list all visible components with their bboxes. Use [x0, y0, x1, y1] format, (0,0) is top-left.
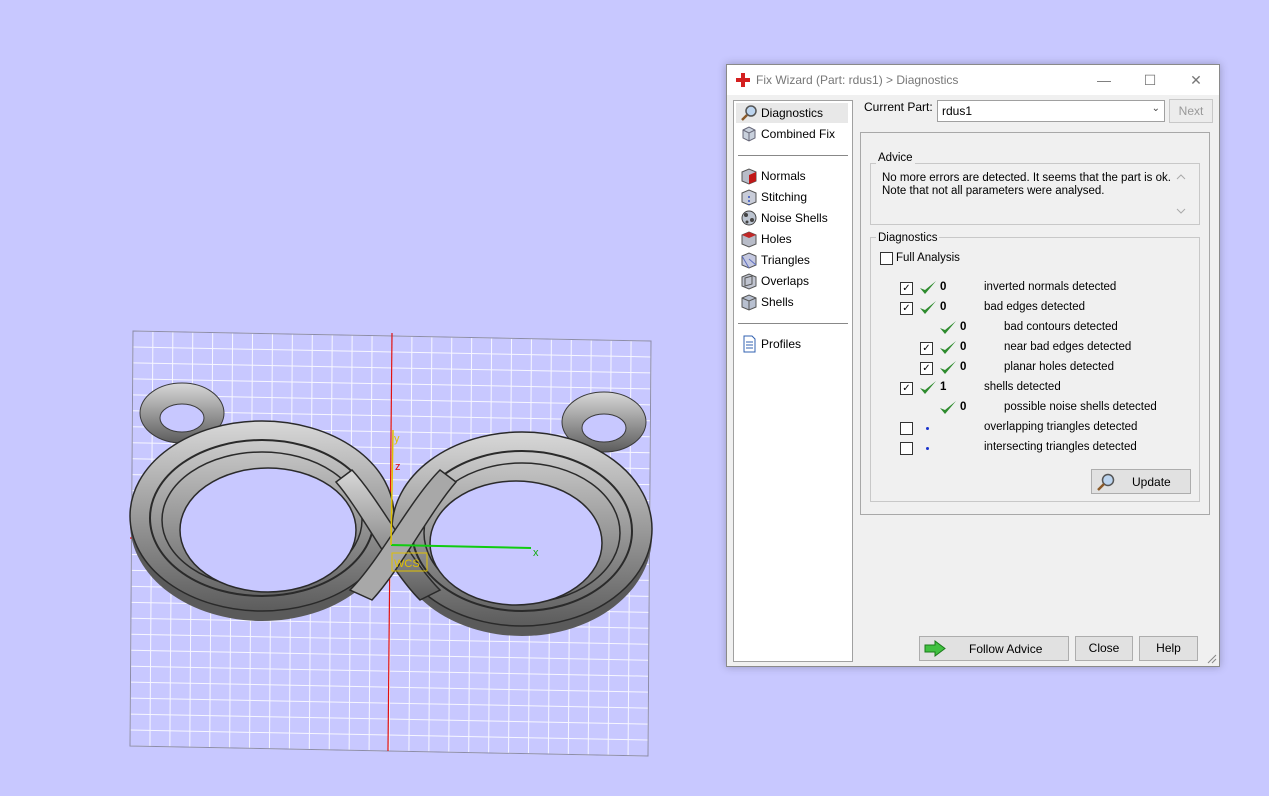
- current-part-label: Current Part:: [864, 100, 933, 114]
- nav-label: Diagnostics: [761, 106, 824, 120]
- diagnostic-count: 0: [940, 301, 947, 313]
- nav-separator: [738, 323, 848, 324]
- current-part-select[interactable]: rdus1 ⌄: [937, 100, 1165, 122]
- holes-icon: [741, 231, 757, 248]
- noise-shells-icon: [741, 210, 757, 226]
- nav-label: Stitching: [761, 190, 808, 204]
- nav-label: Overlaps: [761, 274, 810, 288]
- nav-item-triangles[interactable]: Triangles: [736, 250, 848, 270]
- close-button[interactable]: Close: [1075, 636, 1133, 661]
- diagnostic-text: planar holes detected: [1004, 361, 1114, 373]
- chevron-down-icon: ⌄: [1151, 103, 1160, 114]
- diagnostic-text: possible noise shells detected: [1004, 401, 1157, 413]
- wcs-label: WCS: [394, 558, 420, 570]
- next-button[interactable]: Next: [1169, 99, 1213, 123]
- diagnostic-text: near bad edges detected: [1004, 341, 1132, 353]
- advice-line-2: Note that not all parameters were analys…: [882, 185, 1105, 197]
- follow-advice-label: Follow Advice: [969, 642, 1043, 656]
- diagnostic-count: 0: [960, 321, 967, 333]
- document-icon: [743, 335, 756, 353]
- update-label: Update: [1132, 475, 1171, 489]
- 3d-viewport[interactable]: x y z WCS: [0, 0, 700, 796]
- green-checkmark-icon: [920, 281, 936, 294]
- green-checkmark-icon: [920, 381, 936, 394]
- diagnostic-checkbox[interactable]: ✓: [920, 362, 933, 375]
- combined-fix-icon: [742, 126, 756, 142]
- nav-label: Triangles: [761, 253, 810, 267]
- diagnostic-text: shells detected: [984, 381, 1061, 393]
- wizard-nav-panel: Diagnostics Combined Fix Normals Stitchi…: [733, 100, 853, 662]
- diagnostic-count: 0: [960, 361, 967, 373]
- green-checkmark-icon: [940, 401, 956, 414]
- resize-grip-icon[interactable]: [1207, 654, 1217, 664]
- full-analysis-label: Full Analysis: [896, 252, 960, 264]
- shells-icon: [741, 294, 757, 311]
- green-arrow-icon: [924, 640, 946, 657]
- green-checkmark-icon: [940, 361, 956, 374]
- diagnostic-text: overlapping triangles detected: [984, 421, 1138, 433]
- diagnostic-checkbox[interactable]: ✓: [900, 282, 913, 295]
- diagnostics-title: Diagnostics: [876, 232, 940, 244]
- nav-separator: [738, 155, 848, 156]
- diagnostic-count: 1: [940, 381, 947, 393]
- diagnostic-checkbox[interactable]: ✓: [920, 342, 933, 355]
- nav-item-diagnostics[interactable]: Diagnostics: [736, 103, 848, 123]
- current-part-value: rdus1: [942, 104, 973, 118]
- diagnostic-checkbox[interactable]: ✓: [900, 382, 913, 395]
- magnifier-icon: [741, 105, 757, 121]
- nav-item-profiles[interactable]: Profiles: [736, 334, 848, 354]
- pending-dot-icon: [926, 447, 929, 450]
- diagnostic-text: inverted normals detected: [984, 281, 1117, 293]
- nav-item-stitching[interactable]: Stitching: [736, 187, 848, 207]
- magnifier-icon: [1097, 473, 1115, 491]
- maximize-button[interactable]: ☐: [1127, 65, 1173, 95]
- advice-scrollbar[interactable]: [1174, 170, 1188, 218]
- diagnostic-checkbox[interactable]: ✓: [900, 302, 913, 315]
- x-axis-label: x: [533, 547, 539, 559]
- nav-label: Noise Shells: [761, 211, 828, 225]
- diagnostic-text: bad contours detected: [1004, 321, 1118, 333]
- overlaps-icon: [741, 273, 757, 290]
- title-bar[interactable]: Fix Wizard (Part: rdus1) > Diagnostics —…: [727, 65, 1219, 95]
- nav-label: Normals: [761, 169, 806, 183]
- normals-icon: [741, 168, 757, 185]
- nav-label: Holes: [761, 232, 792, 246]
- nav-item-overlaps[interactable]: Overlaps: [736, 271, 848, 291]
- green-checkmark-icon: [920, 301, 936, 314]
- nav-label: Shells: [761, 295, 794, 309]
- advice-text: No more errors are detected. It seems th…: [882, 172, 1172, 198]
- advice-title: Advice: [876, 152, 915, 164]
- minimize-button[interactable]: —: [1081, 65, 1127, 95]
- fix-wizard-dialog: Fix Wizard (Part: rdus1) > Diagnostics —…: [726, 64, 1220, 667]
- full-analysis-checkbox[interactable]: [880, 252, 893, 265]
- help-button[interactable]: Help: [1139, 636, 1198, 661]
- diagnostic-text: bad edges detected: [984, 301, 1086, 313]
- green-checkmark-icon: [940, 321, 956, 334]
- z-axis-label: z: [395, 461, 401, 473]
- red-cross-icon: [736, 73, 750, 87]
- diagnostic-checkbox[interactable]: [900, 442, 913, 455]
- diagnostic-text: intersecting triangles detected: [984, 441, 1137, 453]
- diagnostic-count: 0: [960, 401, 967, 413]
- diagnostic-count: 0: [960, 341, 967, 353]
- y-axis-label: y: [394, 433, 400, 445]
- update-button[interactable]: Update: [1091, 469, 1191, 494]
- nav-item-normals[interactable]: Normals: [736, 166, 848, 186]
- triangles-icon: [741, 252, 757, 269]
- nav-item-noise-shells[interactable]: Noise Shells: [736, 208, 848, 228]
- diagnostic-checkbox[interactable]: [900, 422, 913, 435]
- nav-item-shells[interactable]: Shells: [736, 292, 848, 312]
- pending-dot-icon: [926, 427, 929, 430]
- nav-item-holes[interactable]: Holes: [736, 229, 848, 249]
- nav-item-combined-fix[interactable]: Combined Fix: [736, 124, 848, 144]
- close-window-button[interactable]: ✕: [1173, 65, 1219, 95]
- diagnostic-count: 0: [940, 281, 947, 293]
- stitching-icon: [741, 189, 757, 206]
- window-title: Fix Wizard (Part: rdus1) > Diagnostics: [756, 73, 959, 87]
- nav-label: Combined Fix: [761, 127, 836, 141]
- nav-label: Profiles: [761, 337, 802, 351]
- green-checkmark-icon: [940, 341, 956, 354]
- follow-advice-button[interactable]: Follow Advice: [919, 636, 1069, 661]
- advice-line-1: No more errors are detected. It seems th…: [882, 172, 1171, 184]
